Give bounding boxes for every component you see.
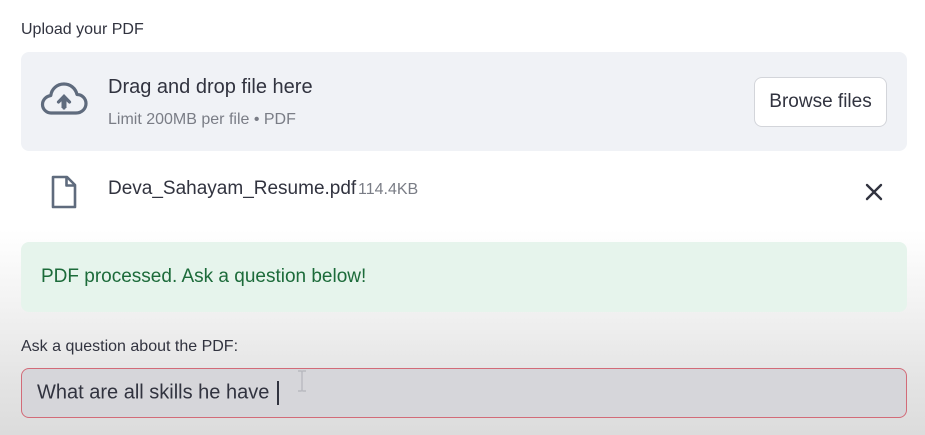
uploaded-file-size: 114.4KB xyxy=(358,181,419,198)
text-caret xyxy=(276,381,279,405)
success-alert: PDF processed. Ask a question below! xyxy=(21,242,907,312)
question-input-value: What are all skills he have xyxy=(37,381,279,405)
success-message: PDF processed. Ask a question below! xyxy=(41,266,367,287)
dropzone-title: Drag and drop file here xyxy=(108,76,313,98)
ibeam-cursor-icon xyxy=(298,370,306,392)
uploaded-file-name: Deva_Sahayam_Resume.pdf xyxy=(108,178,357,199)
uploaded-file-row: Deva_Sahayam_Resume.pdf 114.4KB xyxy=(21,165,907,217)
close-icon[interactable] xyxy=(861,179,887,205)
dropzone-limit-text: Limit 200MB per file • PDF xyxy=(108,111,296,128)
question-input[interactable]: What are all skills he have xyxy=(21,368,907,418)
file-dropzone[interactable]: Drag and drop file here Limit 200MB per … xyxy=(21,52,907,151)
upload-label: Upload your PDF xyxy=(21,21,144,38)
browse-files-button[interactable]: Browse files xyxy=(754,77,887,127)
question-label: Ask a question about the PDF: xyxy=(21,338,239,355)
file-icon xyxy=(51,175,77,209)
cloud-upload-icon xyxy=(40,82,88,115)
